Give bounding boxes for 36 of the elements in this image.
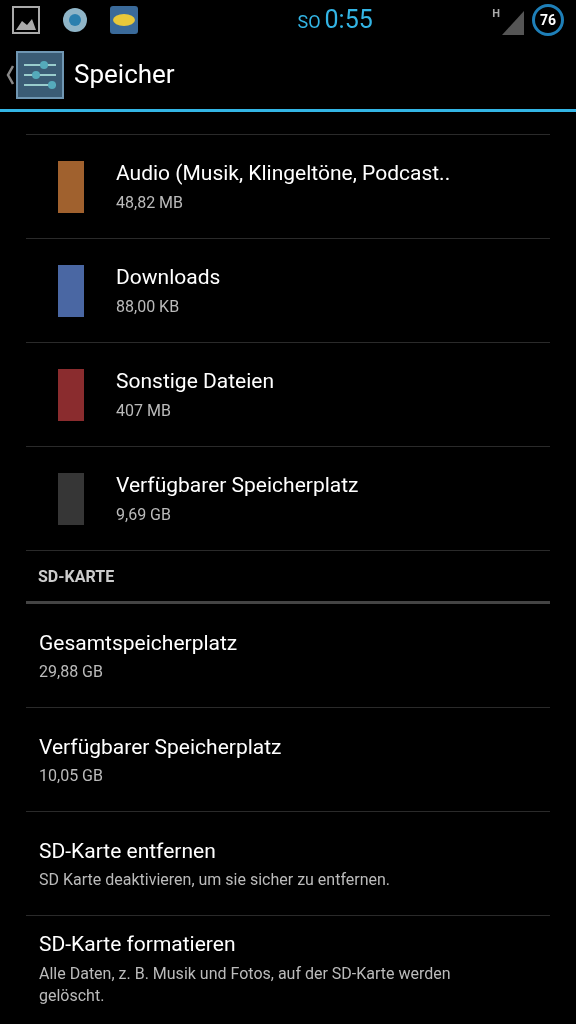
preference-title: Gesamtspeicherplatz <box>39 629 239 657</box>
category-title: Sonstige Dateien <box>116 367 275 395</box>
storage-category-row[interactable]: Sonstige Dateien 407 MB <box>26 343 550 447</box>
preference-row[interactable]: Verfügbarer Speicherplatz 10,05 GB <box>26 708 550 812</box>
section-header: SD-KARTE <box>38 567 115 586</box>
network-type: H <box>492 6 500 22</box>
circle-icon <box>62 7 88 33</box>
signal-icon <box>502 11 524 35</box>
preference-summary: Alle Daten, z. B. Musik und Fotos, auf der SD-Karte werden gelöscht. <box>39 962 452 1007</box>
category-size: 88,00 KB <box>116 296 181 319</box>
category-title: Downloads <box>116 263 221 291</box>
preference-summary: 29,88 GB <box>39 661 104 684</box>
category-title: Verfügbarer Speicherplatz <box>116 471 359 499</box>
category-size: 48,82 MB <box>116 192 185 215</box>
storage-category-row[interactable]: Verfügbarer Speicherplatz 9,69 GB <box>26 447 550 551</box>
preference-title: SD-Karte entfernen <box>39 837 217 865</box>
category-size: 407 MB <box>116 400 172 423</box>
category-title: Audio (Musik, Klingeltöne, Podcast.. <box>116 159 451 187</box>
app-icon <box>110 6 138 34</box>
picture-icon <box>12 6 40 34</box>
preference-row[interactable]: SD-Karte formatieren Alle Daten, z. B. Musik und Fotos, auf der SD-Karte werden gelöscht. <box>26 916 550 1020</box>
back-caret-icon[interactable] <box>6 64 14 85</box>
category-size: 9,69 GB <box>116 504 172 527</box>
preference-row[interactable]: Gesamtspeicherplatz 29,88 GB <box>26 604 550 708</box>
day-label: SO <box>297 10 321 35</box>
preference-title: SD-Karte formatieren <box>39 931 237 959</box>
battery-indicator: 76 <box>532 4 564 36</box>
preference-summary: 10,05 GB <box>39 765 104 788</box>
screen-title: Speicher <box>74 58 175 91</box>
clock: 0:55 <box>324 4 373 37</box>
settings-icon[interactable] <box>16 50 64 99</box>
preference-title: Verfügbarer Speicherplatz <box>39 733 283 761</box>
preference-row[interactable]: SD-Karte entfernen SD Karte deaktivieren, um sie sicher zu entfernen. <box>26 812 550 916</box>
preference-summary: SD Karte deaktivieren, um sie sicher zu entfernen. <box>39 869 392 892</box>
storage-category-row[interactable]: Downloads 88,00 KB <box>26 239 550 343</box>
storage-category-row[interactable]: Audio (Musik, Klingeltöne, Podcast.. 48,82 MB <box>26 135 550 239</box>
